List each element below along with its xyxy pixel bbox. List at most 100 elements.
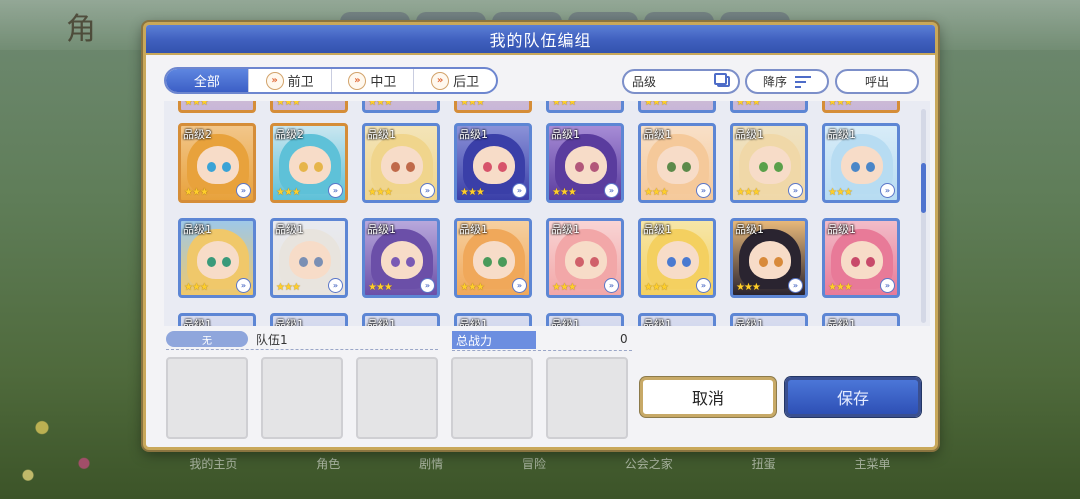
rank-label: 品级1 [735, 128, 764, 141]
filter-tab-all[interactable]: 全部 [166, 69, 248, 92]
character-eye [759, 162, 768, 172]
character-card[interactable]: 品级1 ★★★ » [546, 218, 624, 298]
sort-descending-icon [795, 75, 811, 88]
team-slot-2[interactable] [261, 357, 343, 439]
character-face [197, 146, 239, 184]
position-chevron-icon: » [696, 278, 711, 293]
character-card[interactable]: 品级1 ★★★ » [270, 218, 348, 298]
star-rating: ★★★ [644, 282, 669, 293]
rank-label: 品级1 [183, 223, 212, 236]
character-card-partial[interactable]: 品级1 [546, 313, 624, 326]
rank-label: 品级1 [643, 223, 672, 236]
team-slot-5[interactable] [546, 357, 628, 439]
summon-button[interactable]: 呼出 [835, 69, 919, 94]
position-chevron-icon: » [696, 183, 711, 198]
character-eye [575, 162, 584, 172]
character-card-partial: ★★★ [362, 101, 440, 113]
rank-label: 品级1 [735, 223, 764, 236]
rank-label: 品级1 [275, 318, 304, 326]
position-chevron-icon: » [236, 183, 251, 198]
save-button[interactable]: 保存 [785, 377, 921, 417]
character-card-partial[interactable]: 品级1 [270, 313, 348, 326]
character-eye [866, 257, 875, 267]
team-name[interactable]: 队伍1 [256, 331, 288, 348]
character-card-partial: ★★★ [270, 101, 348, 113]
team-slot-4[interactable] [451, 357, 533, 439]
filter-tab-back[interactable]: » 后卫 [413, 69, 496, 92]
position-chevron-icon: » [420, 183, 435, 198]
character-eye [866, 162, 875, 172]
character-card-partial[interactable]: 品级1 [638, 313, 716, 326]
character-card-partial[interactable]: 品级1 [454, 313, 532, 326]
character-eye [483, 162, 492, 172]
character-face [841, 241, 883, 279]
character-face [565, 146, 607, 184]
character-card[interactable]: 品级1 ★★★ » [730, 218, 808, 298]
display-toggle-icon [714, 73, 730, 87]
character-card[interactable]: 品级1 ★★★ » [638, 123, 716, 203]
team-slot-3[interactable] [356, 357, 438, 439]
character-face [289, 146, 331, 184]
character-face [841, 146, 883, 184]
star-rating: ★★★ [552, 187, 577, 198]
character-eye [207, 257, 216, 267]
grid-scrollbar-thumb[interactable] [921, 163, 926, 213]
character-eye [391, 162, 400, 172]
character-eye [682, 257, 691, 267]
star-rating: ★★★ [828, 101, 853, 108]
rank-label: 品级1 [827, 223, 856, 236]
character-card[interactable]: 品级1 ★★★ » [362, 218, 440, 298]
character-grid[interactable]: ★★★ ★★★ ★★★ ★★★ ★★★ ★★★ ★★★ ★★★ 品级2 ★★★» 品级2 ★★★» 品级… [164, 101, 930, 326]
character-card[interactable]: 品级1 ★★★ » [454, 123, 532, 203]
grid-scrollbar-track[interactable] [921, 109, 926, 323]
character-face [473, 146, 515, 184]
character-card[interactable]: 品级1 ★★★ » [454, 218, 532, 298]
character-face [749, 241, 791, 279]
character-card[interactable]: 品级1 ★★★ » [362, 123, 440, 203]
bottom-menu-item: 我的主页 [189, 456, 238, 471]
star-rating: ★★★ [460, 187, 485, 198]
background-flowers [0, 380, 140, 499]
filter-tab-front[interactable]: » 前卫 [247, 69, 331, 92]
rank-label: 品级1 [827, 128, 856, 141]
character-card[interactable]: 品级1 ★★★ » [730, 123, 808, 203]
rank-label: 品级1 [459, 318, 488, 326]
character-card-partial: ★★★ [546, 101, 624, 113]
character-card[interactable]: 品级1 ★★★ » [178, 218, 256, 298]
star-rating: ★★★ [552, 282, 577, 293]
character-eye [299, 162, 308, 172]
team-slot-1[interactable] [166, 357, 248, 439]
character-eye [207, 162, 216, 172]
bottom-menu-item: 冒险 [521, 456, 546, 471]
character-card-partial[interactable]: 品级1 [822, 313, 900, 326]
star-rating: ★★★ [644, 187, 669, 198]
character-face [565, 241, 607, 279]
character-card[interactable]: 品级1 ★★★ » [546, 123, 624, 203]
character-eye [314, 162, 323, 172]
character-card-partial[interactable]: 品级1 [362, 313, 440, 326]
cancel-button[interactable]: 取消 [640, 377, 776, 417]
character-card[interactable]: 品级2 ★★★ » [178, 123, 256, 203]
sort-order-button[interactable]: 降序 [745, 69, 829, 94]
character-card-partial[interactable]: 品级1 [730, 313, 808, 326]
character-card-partial: ★★★ [822, 101, 900, 113]
character-eye [314, 257, 323, 267]
character-eye [498, 162, 507, 172]
position-filter: 全部 » 前卫 » 中卫 » 后卫 [164, 67, 498, 94]
character-card[interactable]: 品级1 ★★★ » [638, 218, 716, 298]
sort-field-select[interactable]: 品级 [622, 69, 740, 94]
character-card[interactable]: 品级2 ★★★ » [270, 123, 348, 203]
character-card[interactable]: 品级1 ★★★ » [822, 123, 900, 203]
character-face [657, 146, 699, 184]
character-face [381, 241, 423, 279]
character-face [657, 241, 699, 279]
position-chevron-icon: » [788, 278, 803, 293]
position-chevron-icon: » [420, 278, 435, 293]
character-card[interactable]: 品级1 ★★★ » [822, 218, 900, 298]
position-chevron-icon: » [431, 71, 450, 90]
rank-label: 品级1 [551, 223, 580, 236]
sort-order-label: 降序 [762, 75, 787, 89]
position-chevron-icon: » [348, 71, 367, 90]
filter-tab-middle[interactable]: » 中卫 [330, 69, 414, 92]
character-card-partial[interactable]: 品级1 [178, 313, 256, 326]
